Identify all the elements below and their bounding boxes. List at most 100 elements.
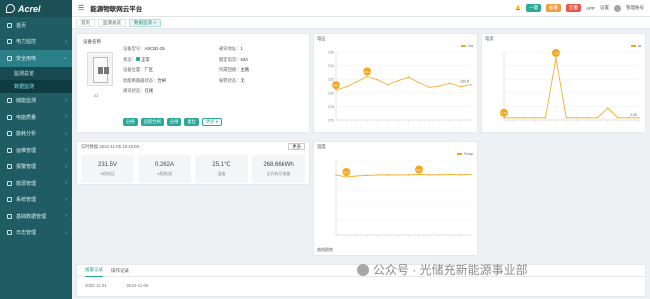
data-point bbox=[617, 117, 619, 119]
sidebar-item-energy-analysis[interactable]: 能耗分析 › bbox=[0, 126, 72, 143]
data-point bbox=[534, 117, 536, 119]
chart-icon bbox=[7, 131, 12, 137]
avatar[interactable] bbox=[614, 4, 621, 12]
tab-overview[interactable]: 监测总览 bbox=[98, 18, 126, 27]
device-action-buttons: 分闸 远程合闸 分闸 复位 更多 ▾ bbox=[123, 118, 222, 126]
wechat-icon bbox=[357, 263, 369, 276]
data-point bbox=[586, 117, 588, 119]
data-point bbox=[345, 176, 348, 178]
data-point bbox=[503, 117, 505, 119]
data-point bbox=[459, 174, 462, 176]
date-to[interactable]: 2022-11-05 bbox=[127, 283, 149, 288]
current-chart-svg: 7.34 1.43 0.26 bbox=[500, 48, 640, 122]
settings-link[interactable]: 设置 bbox=[600, 5, 609, 11]
menu-toggle-icon[interactable]: ☰ bbox=[78, 4, 84, 12]
logo-icon bbox=[6, 4, 15, 13]
data-point bbox=[335, 89, 337, 91]
bell-icon bbox=[7, 164, 12, 170]
trip-button[interactable]: 分闸 bbox=[166, 118, 182, 126]
tab-alarm-records[interactable]: 报警记录 bbox=[85, 265, 103, 277]
data-point bbox=[387, 83, 389, 86]
alarm-button[interactable]: 报警 bbox=[545, 4, 561, 12]
tab-operation-records[interactable]: 操作记录 bbox=[111, 265, 129, 277]
tab-home[interactable]: 首页 bbox=[76, 18, 95, 27]
sidebar-item-alarm[interactable]: 报警管理 › bbox=[0, 159, 72, 176]
annotation-label: 232.4 bbox=[332, 83, 340, 87]
energy-card: 268.66kWh 正向有功电能 bbox=[252, 155, 305, 183]
sidebar-item-power-monitor[interactable]: 电力监控 › bbox=[0, 34, 72, 51]
chevron-icon: › bbox=[65, 196, 67, 203]
shield-icon bbox=[7, 55, 12, 61]
date-range[interactable]: 2022-11-01 2022-11-05 bbox=[85, 283, 148, 288]
sidebar-item-system[interactable]: 系统管理 › bbox=[0, 192, 72, 209]
realtime-cards: 231.5V A相电压 0.262A A相电流 25.1℃ 温度 268.66kWh 正… bbox=[81, 155, 305, 183]
data-point bbox=[407, 76, 410, 78]
logo: Acrel bbox=[0, 0, 72, 17]
app-link[interactable]: APP bbox=[586, 6, 595, 11]
annotation-label: 230.8 bbox=[460, 80, 469, 84]
date-from[interactable]: 2022-11-01 bbox=[85, 283, 107, 288]
chevron-icon: ⌄ bbox=[62, 55, 67, 62]
sidebar-item-storage[interactable]: 储能监测 › bbox=[0, 93, 72, 110]
leaf-icon bbox=[7, 180, 12, 186]
more-button[interactable]: 更多 bbox=[288, 143, 305, 150]
annotation-label: 7.34 bbox=[553, 51, 559, 55]
user-name[interactable]: 管理账号 bbox=[626, 5, 644, 11]
device-sub-label: AT bbox=[94, 93, 99, 98]
data-point bbox=[407, 174, 410, 176]
sidebar-item-energy[interactable]: 能源管理 › bbox=[0, 175, 72, 192]
attr-comm-state: 通讯状态：在线 bbox=[123, 88, 154, 93]
attr-rated-current: 额定电流：63A bbox=[219, 56, 249, 62]
wrench-icon bbox=[7, 147, 12, 153]
data-point bbox=[376, 174, 379, 176]
data-point bbox=[459, 85, 462, 88]
chart-footer: 曲线趋势 bbox=[317, 247, 333, 252]
reset-button[interactable]: 复位 bbox=[184, 118, 199, 126]
annotation-label: 230.1 bbox=[363, 70, 371, 74]
data-point bbox=[397, 174, 400, 176]
more-dropdown-button[interactable]: 更多 ▾ bbox=[201, 118, 222, 126]
voltage-card: 231.5V A相电压 bbox=[81, 155, 134, 183]
quick-button[interactable]: 一键 bbox=[525, 4, 541, 12]
data-point bbox=[397, 79, 400, 82]
data-point bbox=[638, 117, 640, 119]
device-info-panel: 设备名称 AT 设备型号：ASCB1-25 通讯地址：1 状态： 正常 额定电流… bbox=[76, 33, 310, 133]
data-point bbox=[544, 117, 547, 119]
watermark: 公众号 · 光储充新能源事业部 bbox=[357, 261, 528, 278]
remote-close-button[interactable]: 远程合闸 bbox=[140, 118, 164, 126]
sidebar-item-base-data[interactable]: 基础数据管理 › bbox=[0, 208, 72, 225]
data-point bbox=[575, 117, 578, 119]
data-point bbox=[439, 174, 441, 176]
chevron-icon: › bbox=[65, 130, 67, 137]
warning-button[interactable]: 告警 bbox=[565, 4, 581, 12]
voltage-chart: 电压 Ua 236 234 232 230 228 226 230.1 232.4 230.8 bbox=[313, 33, 478, 133]
series-line-Ia bbox=[504, 57, 639, 119]
sidebar-subitem-overview[interactable]: 监测总览 bbox=[0, 66, 72, 80]
temperature-card: 25.1℃ 温度 bbox=[195, 155, 248, 183]
home-icon bbox=[7, 22, 12, 28]
data-point bbox=[449, 173, 451, 176]
chevron-icon: › bbox=[65, 38, 67, 45]
attr-address: 通讯地址：1 bbox=[219, 46, 243, 51]
annotation-label: 24.1 bbox=[343, 170, 349, 174]
chevron-icon: › bbox=[65, 229, 67, 236]
sidebar: Acrel 首页 电力监控 › 安全用电 ⌄ 监测总览 数据监测 储能监测 › 电能质… bbox=[0, 0, 72, 299]
chevron-icon: › bbox=[65, 213, 67, 220]
data-point bbox=[366, 174, 368, 176]
sidebar-item-maintenance[interactable]: 运维管理 › bbox=[0, 142, 72, 159]
tab-data-monitor[interactable]: 数据监测 × bbox=[129, 18, 161, 27]
gear-icon bbox=[7, 197, 12, 203]
chevron-icon: › bbox=[65, 97, 67, 104]
y-tick-label: 228 bbox=[328, 105, 334, 109]
sidebar-item-safe-power[interactable]: 安全用电 ⌄ bbox=[0, 50, 72, 67]
chevron-icon: › bbox=[65, 163, 67, 170]
attr-model: 设备型号：ASCB1-25 bbox=[123, 46, 165, 51]
open-button[interactable]: 分闸 bbox=[123, 118, 138, 126]
sidebar-item-quality[interactable]: 电能质量 › bbox=[0, 109, 72, 126]
y-tick-label: 234 bbox=[328, 64, 334, 68]
sidebar-item-log[interactable]: 日志管理 › bbox=[0, 225, 72, 242]
data-point bbox=[555, 57, 557, 59]
sidebar-item-home[interactable]: 首页 bbox=[0, 17, 72, 34]
sidebar-subitem-data-monitor[interactable]: 数据监测 bbox=[0, 79, 72, 93]
bell-icon[interactable]: 🔔 bbox=[515, 5, 521, 11]
